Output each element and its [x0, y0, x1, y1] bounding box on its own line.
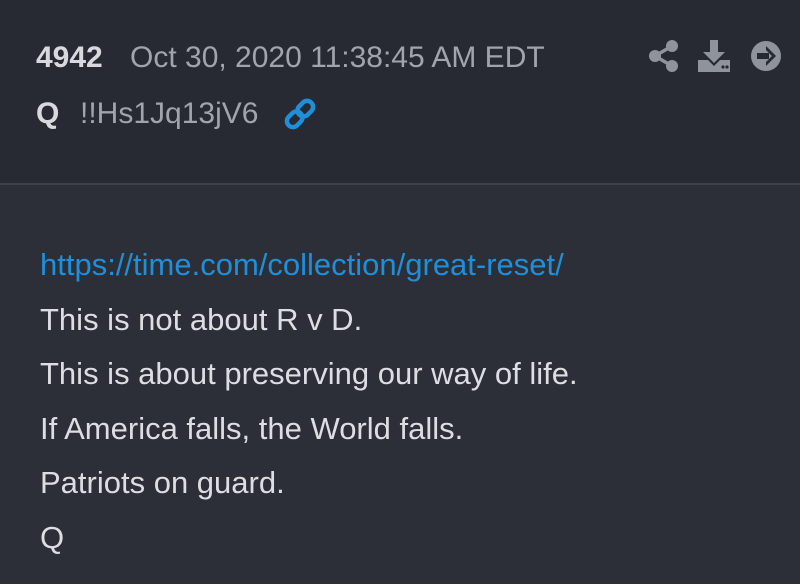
post-header — [0, 0, 800, 183]
message-line: Patriots on guard. — [40, 465, 285, 500]
message-line: If America falls, the World falls. — [40, 410, 464, 446]
message-line: This is not about R v D. — [40, 301, 363, 337]
post-number[interactable]: 4942 — [36, 38, 103, 78]
message-line: This is about preserving our way of life… — [40, 356, 578, 391]
message-signature: Q — [40, 519, 65, 555]
post-timestamp: Oct 30, 2020 11:38:45 AM EDT — [130, 41, 545, 74]
arrow-circle-right-icon[interactable] — [748, 38, 784, 74]
share-icon[interactable] — [646, 38, 682, 74]
author-name: Q — [36, 97, 60, 130]
link-icon[interactable] — [282, 96, 318, 132]
post-message: https://time.com/collection/great-reset/… — [40, 238, 780, 565]
download-icon[interactable] — [696, 38, 732, 74]
author-tripcode: !!Hs1Jq13jV6 — [80, 97, 259, 130]
message-link[interactable]: https://time.com/collection/great-reset/ — [40, 238, 780, 293]
